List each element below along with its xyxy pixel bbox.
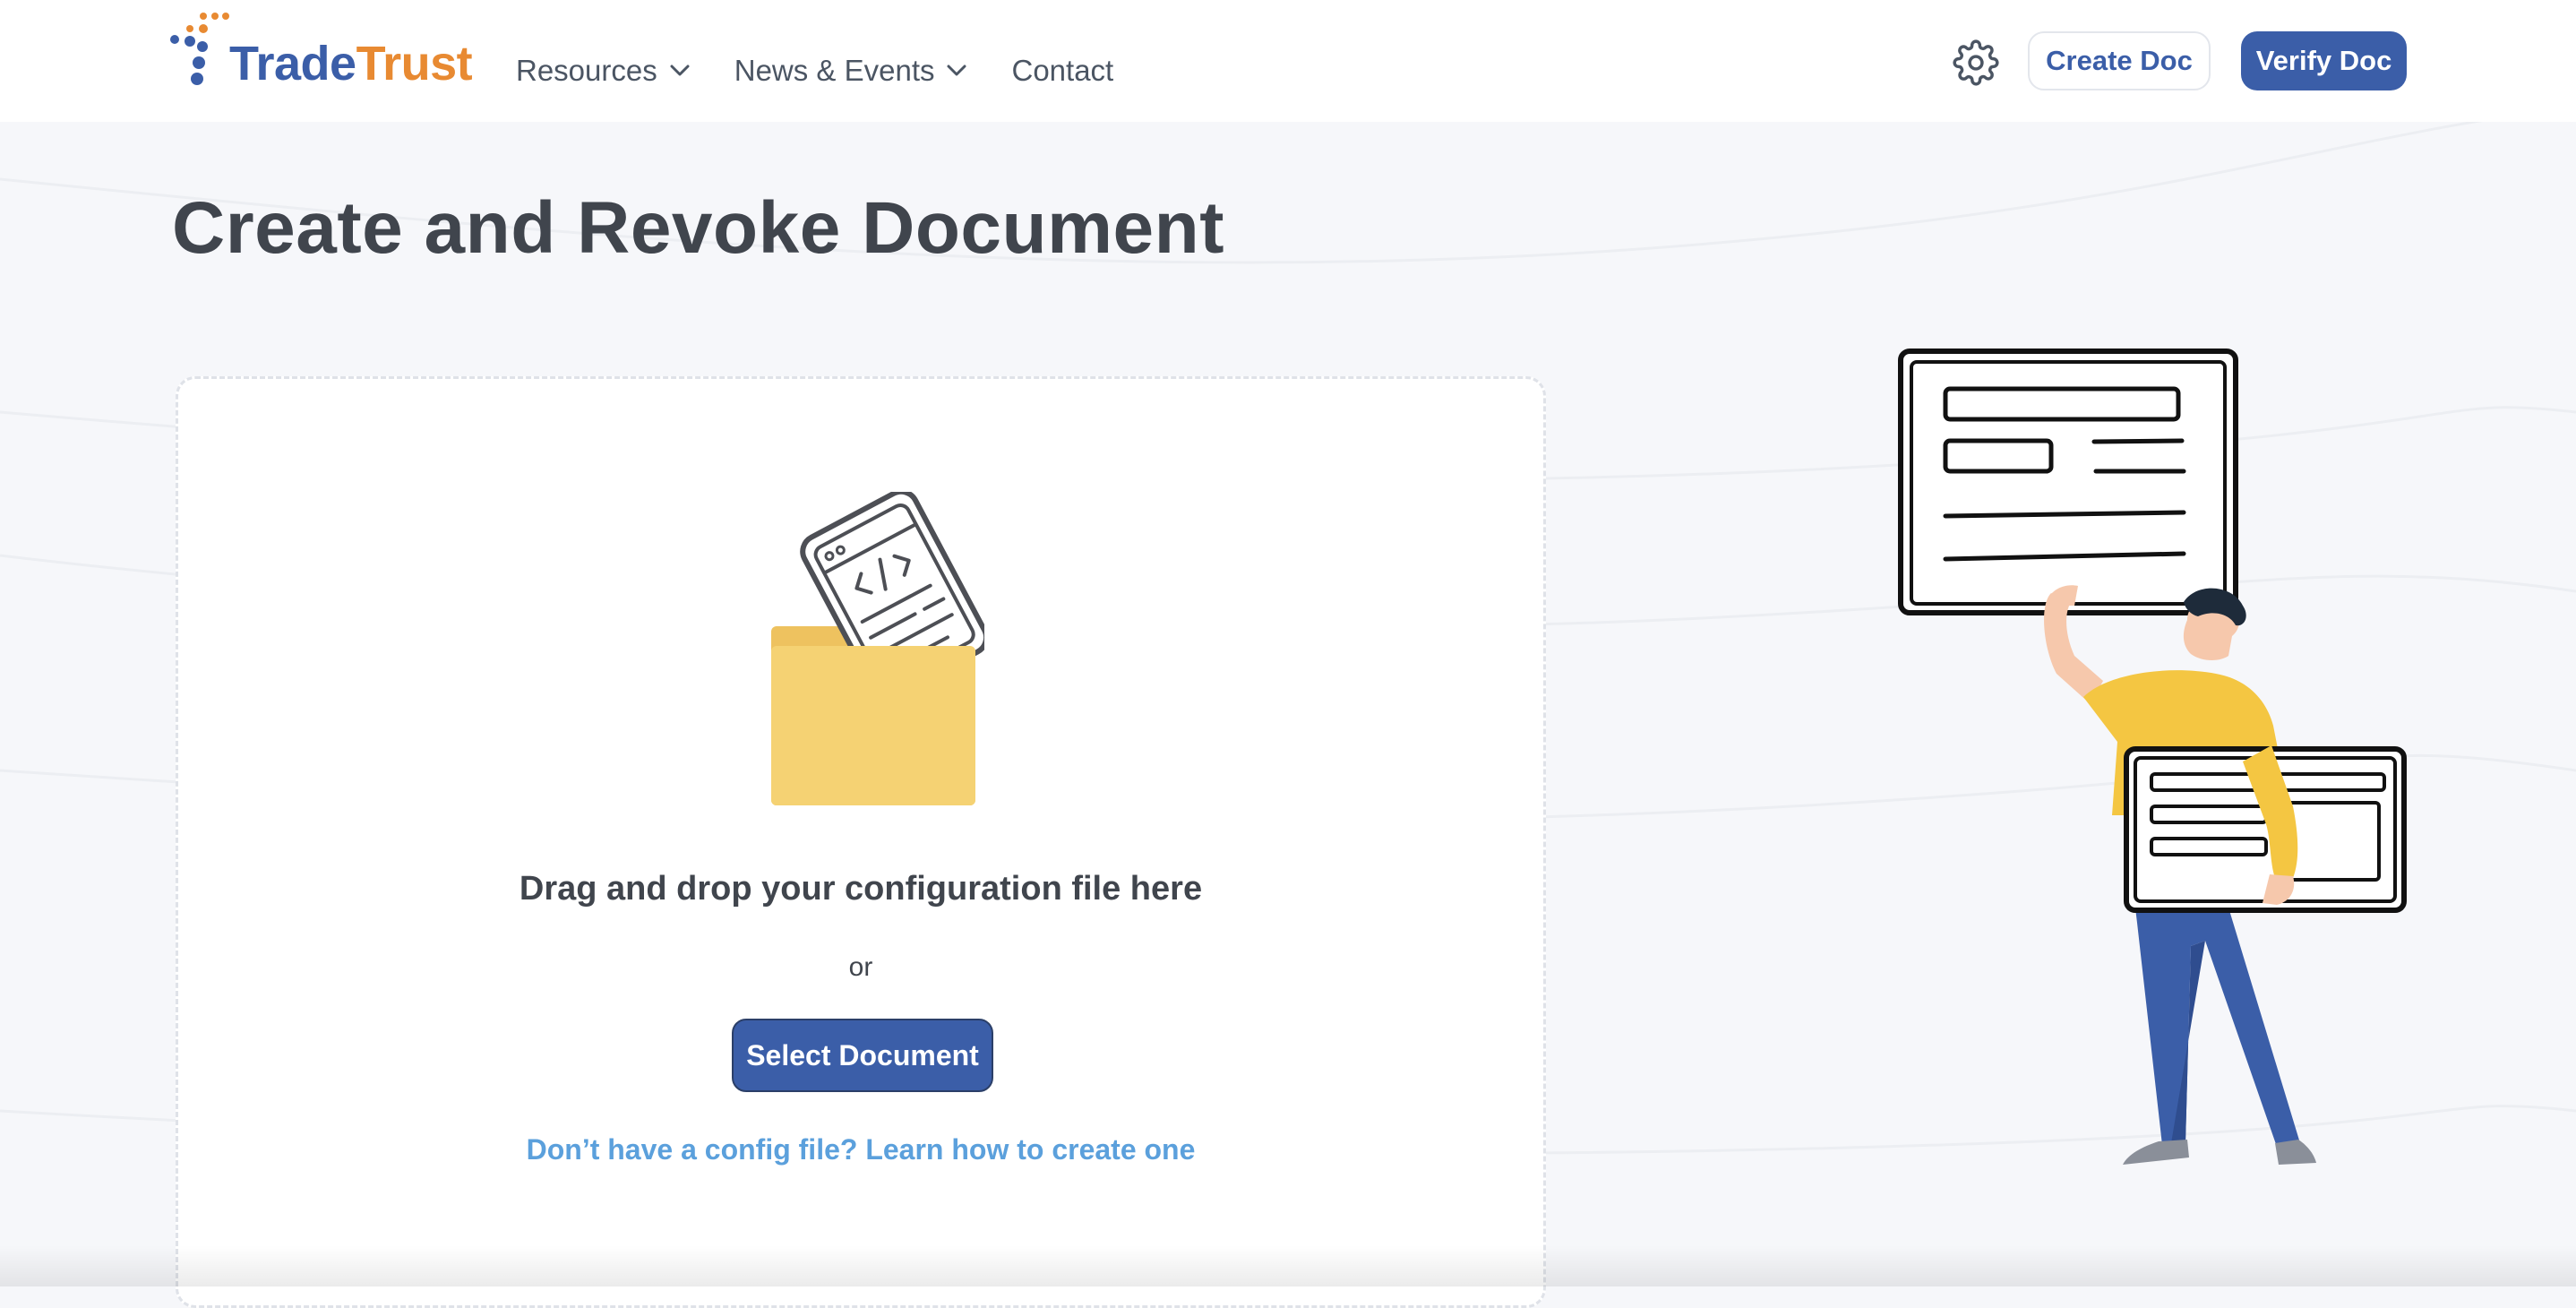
chevron-down-icon xyxy=(947,65,966,76)
logo-text: TradeTrust xyxy=(229,36,473,91)
logo-text-trust: Trust xyxy=(356,37,473,90)
select-document-button[interactable]: Select Document xyxy=(732,1019,993,1092)
dropzone-or-separator: or xyxy=(848,952,873,982)
person-holding-documents-illustration xyxy=(1898,349,2407,1165)
main-nav: Resources News & Events Contact xyxy=(516,54,1158,88)
learn-config-link[interactable]: Don’t have a config file? Learn how to c… xyxy=(178,1133,1543,1166)
nav-news-events-label: News & Events xyxy=(734,54,935,87)
logo-text-trade: Trade xyxy=(229,37,356,90)
nav-resources[interactable]: Resources xyxy=(516,54,690,88)
dropzone-instruction: Drag and drop your configuration file he… xyxy=(519,870,1203,908)
page-title: Create and Revoke Document xyxy=(172,187,1225,269)
nav-news-events[interactable]: News & Events xyxy=(734,54,967,88)
gear-icon[interactable] xyxy=(1953,39,1999,86)
chevron-down-icon xyxy=(670,65,690,76)
nav-resources-label: Resources xyxy=(516,54,657,87)
verify-doc-button[interactable]: Verify Doc xyxy=(2241,31,2407,90)
create-doc-button[interactable]: Create Doc xyxy=(2028,31,2211,90)
nav-contact-label: Contact xyxy=(1011,54,1114,87)
nav-contact[interactable]: Contact xyxy=(1011,54,1113,88)
folder-document-icon xyxy=(771,492,984,805)
file-dropzone[interactable]: Drag and drop your configuration file he… xyxy=(176,376,1546,1308)
site-header: TradeTrust Resources News & Events Conta… xyxy=(0,0,2576,122)
